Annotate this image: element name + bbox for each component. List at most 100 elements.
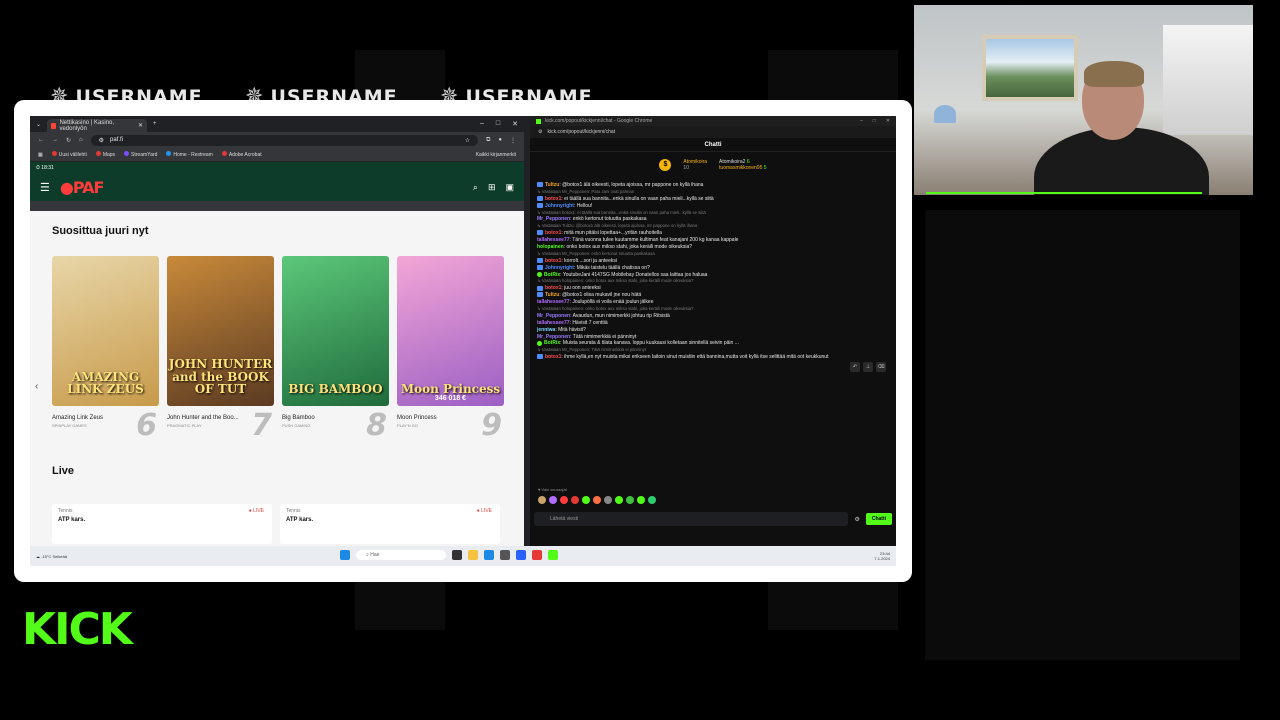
site-logo[interactable]: ●PAF [60,178,105,197]
url-input[interactable]: ⚙ paf.fi ☆ [90,134,479,146]
chat-username[interactable]: botox1 [545,196,561,202]
game-thumbnail[interactable]: Moon Princess 346 018 € [397,256,504,406]
chat-username[interactable]: Tultzu [545,292,559,298]
minimize-icon[interactable]: – [480,120,484,128]
carousel-prev-icon[interactable]: ‹ [35,381,38,392]
chat-username[interactable]: botox1 [545,258,561,264]
chat-message[interactable]: botox1: ihme kyllä,en nyt muista miksi e… [537,354,889,361]
bookmark-item[interactable]: Home - Restream [166,151,213,158]
emote-icon[interactable] [604,496,612,504]
forward-icon[interactable]: → [52,137,58,143]
chat-username[interactable]: holopainen [537,244,564,250]
close-window-icon[interactable]: ✕ [886,118,890,124]
chat-message[interactable]: tallahessee77: Joulupöllä ei voila enää … [537,299,889,306]
chat-username[interactable]: Johnnyright [545,203,574,209]
extensions-icon[interactable]: ⧉ [486,137,490,144]
close-tab-icon[interactable]: ✕ [138,122,143,129]
kick-app-icon[interactable] [548,550,558,560]
chat-message[interactable]: tallahessee77: Tänä vuonna tulee kuutamm… [537,237,889,244]
reload-icon[interactable]: ↻ [66,137,71,144]
all-bookmarks-link[interactable]: Kaikki kirjanmerkit [476,152,516,158]
maximize-icon[interactable]: □ [496,120,500,128]
reply-icon[interactable]: ↶ [850,362,860,372]
chat-message[interactable]: Tultzu: @botox1 olisa mukavil jne nou hä… [537,292,889,299]
live-event-card[interactable]: Tennis ATP kars. ● LIVE [52,504,272,544]
site-info-icon[interactable]: ⚙ [538,129,542,135]
app-icon[interactable] [500,550,510,560]
pin-icon[interactable]: ⊥ [863,362,873,372]
weather-widget[interactable]: ☁ -15°C Selkeää [36,554,67,559]
bookmark-item[interactable]: Maps [95,151,115,158]
bookmark-item[interactable]: Adobe Acrobat [221,151,262,158]
chat-username[interactable]: tallahessee77 [537,320,570,326]
chat-message[interactable]: Tultzu: @botox1 älä oikeesti, lopeta ajo… [537,182,889,189]
emote-icon[interactable] [637,496,645,504]
chat-username[interactable]: tallahessee77 [537,299,570,305]
chat-message[interactable]: botox1: mitä mun pitäisi lopettaa+...yri… [537,230,889,237]
delete-icon[interactable]: ⌫ [876,362,886,372]
chat-username[interactable]: BotRix [544,340,560,346]
chat-message[interactable]: botox1: korrolt....sori ja anteeksi [537,258,889,265]
emote-icon[interactable] [560,496,568,504]
chat-message[interactable]: holopainen: onko botox aux mikso stahi, … [537,244,889,251]
chat-message[interactable]: Mr_Pepponen: Tätä nimimerkkiä ei pänniny… [537,334,889,341]
new-tab-button[interactable]: + [153,121,157,127]
chat-username[interactable]: Mr_Pepponen [537,313,570,319]
chat-username[interactable]: Tultzu [545,182,559,188]
apps-grid-icon[interactable]: ▦ [38,152,43,158]
chat-message[interactable]: Johnnyright: Hellou! [537,203,889,210]
chat-message-input[interactable]: Lähetä viesti [534,512,849,526]
chat-address-bar[interactable]: ⚙ kick.com/popout/kickjenni/chat [530,126,896,138]
chat-username[interactable]: jenniwa [537,327,555,333]
menu-kebab-icon[interactable]: ⋮ [510,137,516,144]
system-tray-clock[interactable]: 23:44 7.1.2024 [874,551,890,561]
chat-message[interactable]: Mr_Pepponen: Avaudun, mun nimimerkki joh… [537,313,889,320]
emote-icon[interactable] [615,496,623,504]
bookmark-star-icon[interactable]: ☆ [465,137,470,144]
profile-icon[interactable]: ● [498,137,502,143]
chat-message[interactable]: tallahessee77: Hävisit 7 centtiä [537,320,889,327]
game-card[interactable]: AMAZING LINK ZEUS Amazing Link Zeus SPIN… [52,256,159,446]
emote-icon[interactable] [626,496,634,504]
site-info-icon[interactable]: ⚙ [99,137,104,144]
close-window-icon[interactable]: ✕ [512,120,518,128]
emote-icon[interactable] [648,496,656,504]
game-thumbnail[interactable]: AMAZING LINK ZEUS [52,256,159,406]
windows-start-icon[interactable] [340,550,350,560]
live-event-card[interactable]: Tennis ATP kars. ● LIVE [280,504,500,544]
minimize-icon[interactable]: – [860,118,863,124]
game-card[interactable]: JOHN HUNTER and the BOOK OF TUT John Hun… [167,256,274,446]
home-icon[interactable]: ⌂ [79,137,83,143]
taskbar-search[interactable]: ⌕ Hae [356,550,446,560]
wallet-icon[interactable]: ▣ [505,182,514,193]
back-icon[interactable]: ← [38,137,44,143]
search-icon[interactable]: ⌕ [473,182,478,193]
game-card[interactable]: Moon Princess 346 018 € Moon Princess PL… [397,256,504,446]
chat-username[interactable]: Mr_Pepponen [537,334,570,340]
emote-icon[interactable] [593,496,601,504]
file-explorer-icon[interactable] [468,550,478,560]
chat-username[interactable]: botox1 [545,285,561,291]
chat-username[interactable]: BotRix [544,272,560,278]
settings-gear-icon[interactable]: ⚙ [854,516,859,523]
tab-menu-icon[interactable]: ⌄ [36,121,41,128]
maximize-icon[interactable]: □ [873,118,876,124]
chat-username[interactable]: tallahessee77 [537,237,570,243]
chat-message[interactable]: botox1: juu oon anteeksi [537,285,889,292]
chat-message[interactable]: Mr_Pepponen: enkö kertonut totuutta pask… [537,216,889,223]
game-thumbnail[interactable]: BIG BAMBOO [282,256,389,406]
chat-message[interactable]: BotRix: YoutubeJani 4147SG Mobilebay Don… [537,272,889,279]
task-view-icon[interactable] [452,550,462,560]
app-icon[interactable] [516,550,526,560]
emote-icon[interactable] [571,496,579,504]
emote-icon[interactable] [538,496,546,504]
chat-username[interactable]: botox1 [545,230,561,236]
chat-message[interactable]: jenniwa: Mitä hävisit? [537,327,889,334]
tab-nettikasino[interactable]: Nettikasino | Kasino, vedonlyön ✕ [47,119,148,132]
game-thumbnail[interactable]: JOHN HUNTER and the BOOK OF TUT [167,256,274,406]
chat-message[interactable]: botox1: ei täällä sua bannita...enkä sin… [537,196,889,203]
chrome-icon[interactable] [532,550,542,560]
game-card[interactable]: BIG BAMBOO Big Bamboo PUSH GAMING 8 [282,256,389,446]
chat-username[interactable]: Mr_Pepponen [537,216,570,222]
chat-message[interactable]: Johnnyright: Mikäs taistelu täällä chati… [537,265,889,272]
